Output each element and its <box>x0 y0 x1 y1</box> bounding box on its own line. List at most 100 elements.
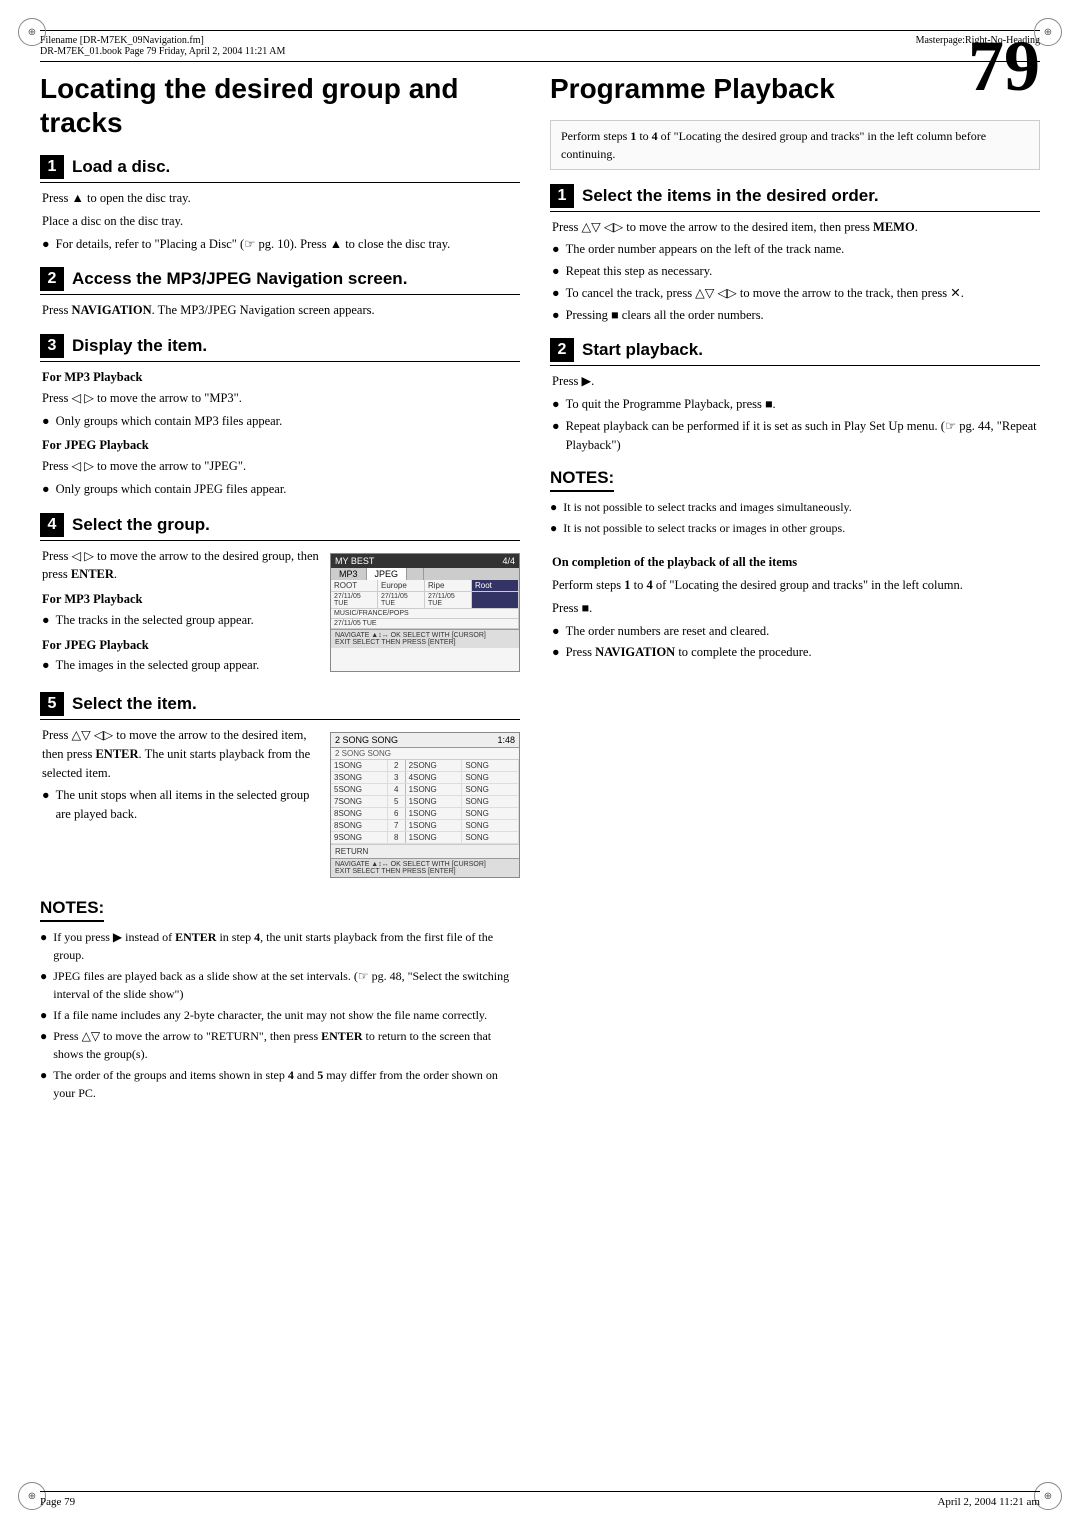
screen-cell: Ripe <box>425 580 472 591</box>
note-5-text: The order of the groups and items shown … <box>53 1066 520 1102</box>
bullet-dot: ● <box>42 480 50 499</box>
completion-heading: On completion of the playback of all the… <box>552 553 1040 572</box>
step-1-header: 1 Load a disc. <box>40 155 520 183</box>
right-note-1: ● It is not possible to select tracks an… <box>550 498 1040 516</box>
right-step-2-b1-text: To quit the Programme Playback, press ■. <box>566 395 776 414</box>
compass-top-left: ⊕ <box>18 18 46 46</box>
header-bar: Filename [DR-M7EK_09Navigation.fm] DR-M7… <box>40 30 1040 62</box>
right-step-1-header: 1 Select the items in the desired order. <box>550 184 1040 212</box>
right-step-1-b2: ● Repeat this step as necessary. <box>552 262 1040 281</box>
right-notes-content: ● It is not possible to select tracks an… <box>550 498 1040 537</box>
tab-empty <box>407 568 424 580</box>
bullet-dot: ● <box>550 519 557 537</box>
step-2: 2 Access the MP3/JPEG Navigation screen.… <box>40 267 520 320</box>
left-notes: NOTES: ● If you press ▶ instead of ENTER… <box>40 898 520 1102</box>
right-step-1-b4: ● Pressing ■ clears all the order number… <box>552 306 1040 325</box>
step-1-line1: Press ▲ to open the disc tray. <box>42 189 520 208</box>
screen-cell2: 8SONG <box>331 820 388 831</box>
page-footer: Page 79 April 2, 2004 11:21 am <box>40 1491 1040 1508</box>
step-4-line1: Press ◁ ▷ to move the arrow to the desir… <box>42 547 320 585</box>
step-4-jpeg-label: For JPEG Playback <box>42 636 320 655</box>
file-info-label: DR-M7EK_01.book Page 79 Friday, April 2,… <box>40 46 285 57</box>
right-step-2-number: 2 <box>550 338 574 362</box>
screen-1: MY BEST 4/4 MP3 JPEG ROOT Europe Ripe <box>330 553 520 673</box>
right-step-1-b1-text: The order number appears on the left of … <box>566 240 845 259</box>
step-3-header: 3 Display the item. <box>40 334 520 362</box>
screen-1-count: 4/4 <box>502 556 515 566</box>
right-step-2-header: 2 Start playback. <box>550 338 1040 366</box>
screen-cell: Europe <box>378 580 425 591</box>
step-5-text: Press △▽ ◁▷ to move the arrow to the des… <box>40 726 320 884</box>
bullet-dot: ● <box>552 395 560 414</box>
step-4-text: Press ◁ ▷ to move the arrow to the desir… <box>40 547 320 679</box>
screen-cell2: 1SONG <box>406 784 463 795</box>
step-2-line1: Press NAVIGATION. The MP3/JPEG Navigatio… <box>42 301 520 320</box>
screen-cell: Root <box>472 580 519 591</box>
bullet-dot: ● <box>42 656 50 675</box>
step-4-mp3-text: The tracks in the selected group appear. <box>56 611 254 630</box>
step-4-mp3-bullet: ● The tracks in the selected group appea… <box>42 611 320 630</box>
screen-1-row-1: ROOT Europe Ripe Root <box>331 580 519 592</box>
right-step-2-content: Press ▶. ● To quit the Programme Playbac… <box>550 372 1040 454</box>
step-4-content: Press ◁ ▷ to move the arrow to the desir… <box>40 547 320 676</box>
right-step-1-title: Select the items in the desired order. <box>582 186 879 206</box>
intro-box: Perform steps 1 to 4 of "Locating the de… <box>550 120 1040 170</box>
step-5-line1: Press △▽ ◁▷ to move the arrow to the des… <box>42 726 320 782</box>
note-item-1: ● If you press ▶ instead of ENTER in ste… <box>40 928 520 964</box>
bullet-dot: ● <box>40 1066 47 1102</box>
screen-cell2: 4 <box>388 784 406 795</box>
completion-section: On completion of the playback of all the… <box>550 553 1040 662</box>
screen-cell2: 1SONG <box>406 796 463 807</box>
screen-cell2: SONG <box>462 832 519 843</box>
step-4-jpeg-bullet: ● The images in the selected group appea… <box>42 656 320 675</box>
right-step-2-b2-text: Repeat playback can be performed if it i… <box>566 417 1040 455</box>
step-5-title: Select the item. <box>72 694 197 714</box>
step-3-number: 3 <box>40 334 64 358</box>
step-5-header: 5 Select the item. <box>40 692 520 720</box>
step-5-content: Press △▽ ◁▷ to move the arrow to the des… <box>40 726 320 824</box>
completion-b2-text: Press NAVIGATION to complete the procedu… <box>566 643 812 662</box>
step-4-with-screen: Press ◁ ▷ to move the arrow to the desir… <box>40 547 520 679</box>
left-notes-content: ● If you press ▶ instead of ENTER in ste… <box>40 928 520 1102</box>
screen-cell2: 7SONG <box>331 796 388 807</box>
bullet-dot: ● <box>552 240 560 259</box>
footer-right: April 2, 2004 11:21 am <box>937 1496 1040 1508</box>
right-column: Programme Playback Perform steps 1 to 4 … <box>550 72 1040 1105</box>
completion-text: Perform steps 1 to 4 of "Locating the de… <box>552 576 1040 595</box>
step-3-mp3-label: For MP3 Playback <box>42 368 520 387</box>
screen-cell2: SONG <box>462 772 519 783</box>
right-step-1-b1: ● The order number appears on the left o… <box>552 240 1040 259</box>
note-2-text: JPEG files are played back as a slide sh… <box>53 967 520 1003</box>
bullet-dot: ● <box>42 611 50 630</box>
intro-text: Perform steps 1 to 4 of "Locating the de… <box>561 129 986 161</box>
step-3-jpeg-bullet-text: Only groups which contain JPEG files app… <box>56 480 287 499</box>
right-note-2-text: It is not possible to select tracks or i… <box>563 519 845 537</box>
right-step-1-b3: ● To cancel the track, press △▽ ◁▷ to mo… <box>552 284 1040 303</box>
step-3-mp3-bullet-text: Only groups which contain MP3 files appe… <box>56 412 283 431</box>
screen-cell: 27/11/05 TUE <box>331 619 519 628</box>
screen-cell: 27/11/05 TUE <box>425 592 472 608</box>
step-4-mp3-label: For MP3 Playback <box>42 590 320 609</box>
tab-mp3: MP3 <box>331 568 367 580</box>
note-item-5: ● The order of the groups and items show… <box>40 1066 520 1102</box>
bullet-dot: ● <box>40 967 47 1003</box>
screen-cell2: SONG <box>462 796 519 807</box>
completion-b2: ● Press NAVIGATION to complete the proce… <box>552 643 1040 662</box>
step-3-mp3-text: Press ◁ ▷ to move the arrow to "MP3". <box>42 389 520 408</box>
step-3-content: For MP3 Playback Press ◁ ▷ to move the a… <box>40 368 520 499</box>
right-step-1-b4-text: Pressing ■ clears all the order numbers. <box>566 306 764 325</box>
screen-2-footer: NAVIGATE ▲↕↔ OK SELECT WITH [CURSOR]EXIT… <box>331 858 519 877</box>
step-1: 1 Load a disc. Press ▲ to open the disc … <box>40 155 520 253</box>
step-5-bullet1: ● The unit stops when all items in the s… <box>42 786 320 824</box>
tab-jpeg: JPEG <box>367 568 408 580</box>
left-section-title: Locating the desired group and tracks <box>40 72 520 139</box>
screen-2-title: 2 SONG SONG <box>335 735 398 745</box>
screen-cell2: 3 <box>388 772 406 783</box>
bullet-dot: ● <box>40 928 47 964</box>
screen-cell2: 4SONG <box>406 772 463 783</box>
right-step-2-line1: Press ▶. <box>552 372 1040 391</box>
step-3: 3 Display the item. For MP3 Playback Pre… <box>40 334 520 499</box>
screen-cell2: SONG <box>462 820 519 831</box>
screen-2-header: 2 SONG SONG 1:48 <box>331 733 519 748</box>
step-1-bullet1: ● For details, refer to "Placing a Disc"… <box>42 235 520 254</box>
